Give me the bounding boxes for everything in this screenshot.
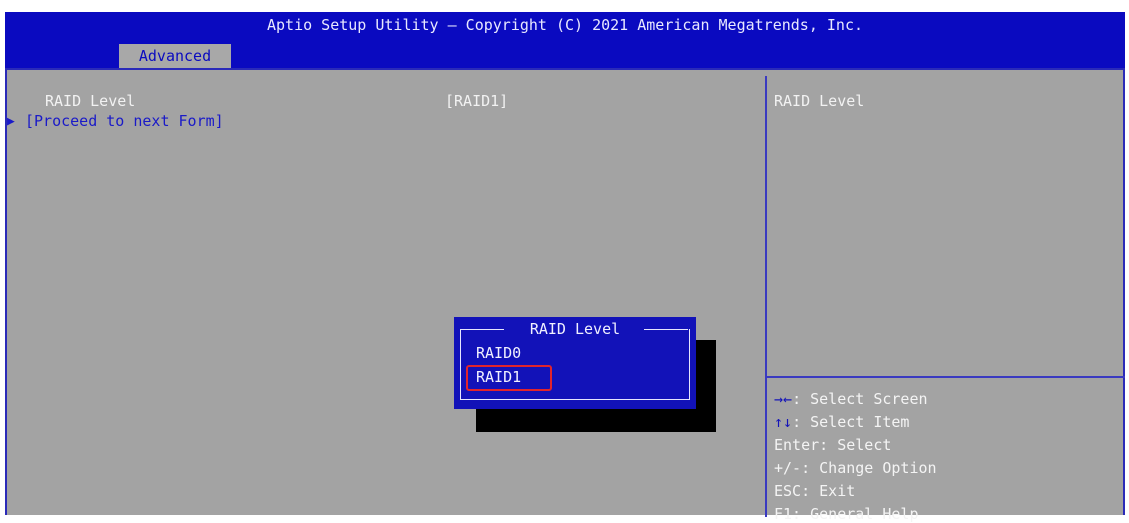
raid-level-label[interactable]: RAID Level — [45, 92, 135, 110]
up-down-arrows-icon: ↑↓ — [774, 413, 793, 431]
top-strip — [0, 0, 1129, 12]
help-esc: ESC: Exit — [774, 482, 856, 500]
title-bar: Aptio Setup Utility – Copyright (C) 2021… — [5, 12, 1125, 68]
raid-level-popup: RAID Level RAID0 RAID1 — [454, 317, 696, 409]
popup-title: RAID Level — [529, 320, 621, 338]
main-panel: RAID Level [RAID1] ▶ [Proceed to next Fo… — [5, 68, 1125, 523]
submenu-arrow-icon: ▶ — [7, 114, 15, 129]
help-divider — [767, 376, 1125, 378]
raid-level-value[interactable]: [RAID1] — [445, 92, 508, 110]
selected-option-highlight — [466, 365, 552, 391]
proceed-next-form-link[interactable]: [Proceed to next Form] — [25, 112, 224, 130]
help-enter: Enter: Select — [774, 436, 892, 454]
left-right-arrows-icon: →← — [774, 390, 793, 408]
help-select-screen: →←: Select Screen — [774, 390, 928, 408]
option-raid0[interactable]: RAID0 — [476, 344, 521, 362]
help-select-item: ↑↓: Select Item — [774, 413, 910, 431]
vertical-divider — [765, 76, 767, 517]
help-change-option: +/-: Change Option — [774, 459, 937, 477]
app-title: Aptio Setup Utility – Copyright (C) 2021… — [266, 16, 864, 34]
help-description: RAID Level — [774, 92, 865, 110]
help-f1: F1: General Help — [774, 505, 919, 523]
tab-advanced[interactable]: Advanced — [119, 44, 231, 68]
